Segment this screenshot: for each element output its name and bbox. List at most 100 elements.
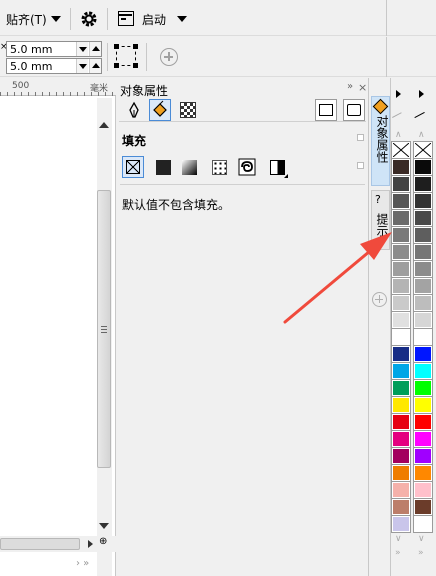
color-swatch[interactable]	[391, 362, 411, 380]
eyedropper-icon[interactable]: /	[391, 109, 404, 122]
width-down-button[interactable]	[76, 42, 88, 56]
palette-scroll-down-icon[interactable]: ∨	[395, 534, 402, 544]
panel-option-button[interactable]	[315, 99, 337, 121]
fountain-fill-icon[interactable]	[178, 156, 200, 178]
color-swatch[interactable]	[413, 430, 433, 448]
color-swatch[interactable]	[413, 158, 433, 176]
color-swatch[interactable]	[413, 498, 433, 516]
color-swatch[interactable]	[413, 294, 433, 312]
palette-scroll-up-icon-2[interactable]: ∧	[418, 130, 425, 140]
color-swatch[interactable]	[413, 345, 433, 363]
color-swatch[interactable]	[391, 413, 411, 431]
color-swatch[interactable]	[391, 175, 411, 193]
color-swatch[interactable]	[413, 379, 433, 397]
pattern-fill-icon[interactable]	[208, 156, 230, 178]
color-swatch[interactable]	[413, 362, 433, 380]
color-swatch[interactable]	[413, 226, 433, 244]
zoom-icon[interactable]: ⊕	[99, 536, 111, 548]
color-swatch[interactable]	[413, 192, 433, 210]
fill-type-row	[122, 156, 362, 178]
color-swatch[interactable]	[391, 243, 411, 261]
color-swatch[interactable]	[391, 226, 411, 244]
horizontal-scrollbar-thumb[interactable]	[0, 538, 80, 550]
color-swatch[interactable]	[391, 277, 411, 295]
scroll-down-icon[interactable]	[99, 523, 109, 529]
color-swatch[interactable]	[413, 396, 433, 414]
launch-menu-label[interactable]: 启动	[142, 11, 166, 28]
node-icon[interactable]	[114, 44, 138, 68]
fill-bucket-icon[interactable]	[149, 99, 171, 121]
nav-forward-icon[interactable]: › »	[76, 558, 89, 569]
launch-icon[interactable]	[118, 11, 134, 26]
palette-scroll-up-icon[interactable]: ∧	[395, 130, 402, 140]
color-swatch[interactable]	[391, 430, 411, 448]
color-swatch[interactable]	[391, 481, 411, 499]
uniform-fill-icon[interactable]	[152, 156, 174, 178]
collapse-icon[interactable]: »	[347, 81, 353, 92]
color-swatch[interactable]	[391, 515, 411, 533]
color-swatch[interactable]	[391, 464, 411, 482]
palette-expand-icon-2[interactable]: »	[418, 548, 424, 558]
width-up-button[interactable]	[89, 42, 101, 56]
color-swatch[interactable]	[391, 379, 411, 397]
pin-icon[interactable]	[357, 134, 364, 141]
transparency-icon[interactable]	[177, 99, 199, 121]
width-field[interactable]: 5.0 mm	[6, 41, 102, 57]
no-fill-icon[interactable]	[122, 156, 144, 178]
color-swatch[interactable]	[413, 447, 433, 465]
color-swatch[interactable]	[413, 209, 433, 227]
color-swatch[interactable]	[413, 481, 433, 499]
swatch-none[interactable]	[413, 141, 433, 159]
palette-menu-icon-2[interactable]	[419, 90, 424, 98]
color-swatch[interactable]	[391, 294, 411, 312]
color-swatch[interactable]	[391, 447, 411, 465]
panel-option-button-2[interactable]	[343, 99, 365, 121]
add-docker-icon[interactable]	[372, 292, 387, 307]
color-swatch[interactable]	[413, 464, 433, 482]
height-up-button[interactable]	[89, 59, 101, 73]
fill-bucket-icon	[372, 98, 389, 115]
vertical-scrollbar-thumb[interactable]	[97, 190, 111, 468]
height-down-button[interactable]	[76, 59, 88, 73]
tab-hints[interactable]: ? 提示	[371, 190, 390, 250]
color-swatch[interactable]	[413, 328, 433, 346]
scroll-up-icon[interactable]	[99, 122, 109, 128]
tab-object-properties[interactable]: 对象属性	[371, 96, 390, 186]
palette-expand-icon[interactable]: »	[395, 548, 401, 558]
color-swatch[interactable]	[391, 260, 411, 278]
scroll-right-icon[interactable]	[88, 540, 93, 548]
color-swatch[interactable]	[413, 515, 433, 533]
color-swatch[interactable]	[391, 158, 411, 176]
snap-menu-label[interactable]: 贴齐(T)	[6, 11, 47, 28]
color-swatch[interactable]	[391, 328, 411, 346]
color-swatch[interactable]	[391, 345, 411, 363]
pen-icon[interactable]	[123, 99, 145, 121]
add-icon[interactable]	[160, 48, 178, 66]
color-swatch[interactable]	[391, 192, 411, 210]
color-swatch[interactable]	[413, 277, 433, 295]
postscript-fill-icon[interactable]	[266, 156, 288, 178]
horizontal-ruler: 500 毫米	[0, 78, 116, 96]
color-swatch[interactable]	[413, 243, 433, 261]
eyedropper-icon-2[interactable]: /	[412, 109, 426, 123]
height-field[interactable]: 5.0 mm	[6, 58, 102, 74]
gear-icon[interactable]	[80, 10, 98, 28]
swatch-none[interactable]	[391, 141, 411, 159]
color-swatch[interactable]	[391, 498, 411, 516]
color-swatch[interactable]	[391, 396, 411, 414]
color-swatch[interactable]	[413, 413, 433, 431]
property-bar: × 5.0 mm 5.0 mm	[0, 37, 436, 77]
color-swatch[interactable]	[391, 311, 411, 329]
color-swatch[interactable]	[413, 260, 433, 278]
launch-dropdown-icon[interactable]	[177, 16, 187, 22]
palette-scroll-down-icon-2[interactable]: ∨	[418, 534, 425, 544]
snap-dropdown-icon[interactable]	[51, 16, 61, 22]
hints-question-icon: ?	[375, 193, 381, 206]
palette-menu-icon[interactable]	[396, 90, 401, 98]
texture-fill-icon[interactable]	[236, 156, 258, 178]
color-swatch[interactable]	[391, 209, 411, 227]
drawing-canvas[interactable]: 500 毫米 ⊕ › »	[0, 78, 116, 576]
color-swatch[interactable]	[413, 311, 433, 329]
color-swatch[interactable]	[413, 175, 433, 193]
close-icon[interactable]: ×	[358, 81, 367, 94]
